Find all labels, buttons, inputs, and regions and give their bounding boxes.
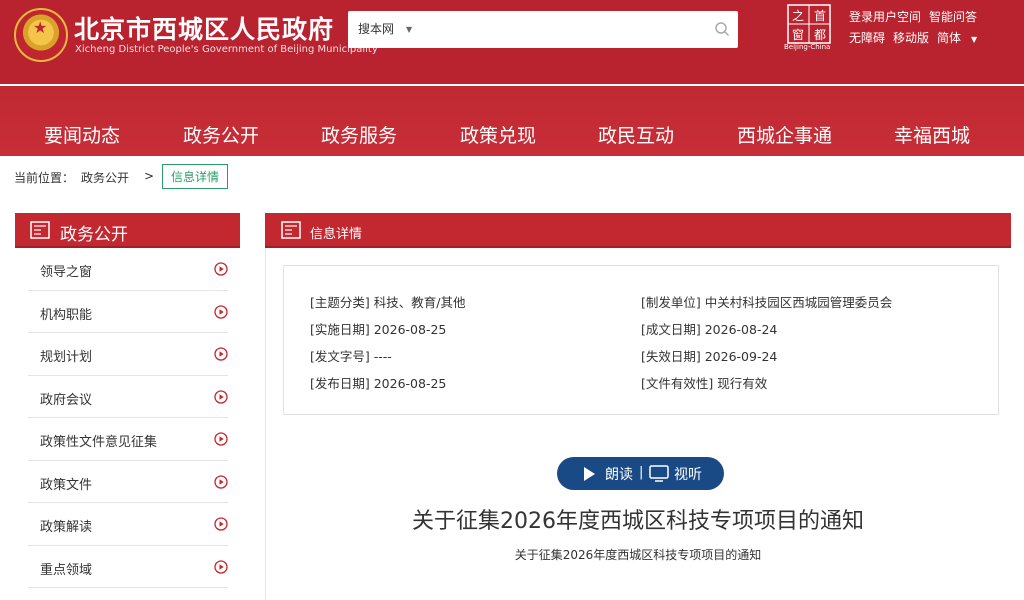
- nav-item-gov-affairs[interactable]: 政务公开: [183, 121, 259, 148]
- meta-doc-number: [发文字号] ----: [310, 349, 392, 364]
- svg-text:窗: 窗: [792, 28, 804, 42]
- site-title[interactable]: 北京市西城区人民政府: [74, 10, 334, 46]
- nav-item-gov-services[interactable]: 政务服务: [321, 121, 397, 148]
- search-input[interactable]: [418, 17, 698, 42]
- sidebar-item-label: 政策解读: [40, 520, 93, 535]
- breadcrumb-current[interactable]: 信息详情: [162, 164, 229, 189]
- sidebar-item-label: 政府会议: [40, 392, 93, 408]
- circle-play-icon: [214, 347, 228, 361]
- document-meta-box: [283, 265, 999, 415]
- site-header: 北京市西城区人民政府 Xicheng District People's Gov…: [0, 0, 1024, 84]
- sidebar-item-policy-docs[interactable]: 政策文件: [28, 461, 228, 503]
- sidebar-item-functions[interactable]: 机构职能: [28, 291, 228, 333]
- accessibility-link[interactable]: 无障碍: [849, 31, 885, 45]
- seal-caption: Beijing-China: [784, 43, 831, 51]
- svg-text:首: 首: [814, 9, 826, 23]
- sidebar-item-planning[interactable]: 规划计划: [28, 333, 228, 376]
- circle-play-icon: [214, 389, 228, 404]
- chevron-down-icon: ▼: [406, 25, 413, 34]
- smart-qa-link[interactable]: 智能问答: [929, 10, 977, 24]
- pill-divider: |: [639, 465, 644, 480]
- nav-item-happy-xicheng[interactable]: 幸福西城: [894, 121, 970, 148]
- sidebar-item-label: 政策文件: [40, 477, 93, 493]
- breadcrumb-link-gov-affairs[interactable]: 政务公开: [81, 169, 129, 186]
- sidebar-item-label: 规划计划: [40, 350, 93, 365]
- circle-play-icon: [214, 559, 228, 574]
- sidebar-item-meetings[interactable]: 政府会议: [28, 376, 228, 418]
- meta-publish-date: [发布日期] 2026-08-25: [310, 376, 447, 391]
- play-icon[interactable]: [584, 467, 595, 481]
- circle-play-icon: [214, 262, 228, 276]
- sidebar-item-policy-consultation[interactable]: 政策性文件意见征集: [28, 418, 228, 461]
- circle-play-icon: [214, 517, 228, 531]
- meta-expiry-date: [失效日期] 2026-09-24: [641, 349, 778, 364]
- search-box: 搜本网 ▼: [348, 11, 738, 48]
- tv-icon[interactable]: [649, 465, 669, 482]
- meta-created-date: [成文日期] 2026-08-24: [641, 322, 778, 337]
- language-select[interactable]: 简体 ▼: [937, 31, 985, 45]
- circle-play-icon: [214, 432, 228, 446]
- site-subtitle: Xicheng District People's Government of …: [75, 44, 378, 55]
- sidebar-item-label: 政策性文件意见征集: [40, 435, 158, 450]
- search-scope-select[interactable]: 搜本网 ▼: [348, 11, 416, 48]
- sidebar-item-key-areas[interactable]: 重点领域: [28, 546, 228, 588]
- meta-issuer: [制发单位] 中关村科技园区西城园管理委员会: [641, 295, 893, 310]
- sidebar-item-label: 机构职能: [40, 307, 93, 323]
- search-scope-label: 搜本网: [358, 22, 395, 36]
- mobile-link[interactable]: 移动版: [893, 31, 929, 45]
- meta-validity: [文件有效性] 现行有效: [641, 376, 768, 391]
- sidebar-item-label: 领导之窗: [40, 265, 93, 280]
- svg-text:都: 都: [814, 28, 826, 42]
- language-label: 简体: [937, 31, 962, 45]
- sidebar-title: 政务公开: [60, 225, 128, 245]
- nav-item-policy[interactable]: 政策兑现: [460, 121, 536, 148]
- sidebar-item-leaders[interactable]: 领导之窗: [28, 248, 228, 291]
- content-header: 信息详情: [265, 213, 1011, 248]
- document-icon: [30, 221, 50, 239]
- breadcrumb-separator: >: [144, 169, 155, 183]
- circle-play-icon: [214, 474, 228, 489]
- nav-item-news[interactable]: 要闻动态: [44, 121, 120, 148]
- search-icon[interactable]: [714, 21, 730, 37]
- watch-button[interactable]: 视听: [674, 464, 702, 484]
- document-icon: [281, 221, 301, 239]
- circle-play-icon: [214, 304, 228, 319]
- top-links: 登录用户空间 智能问答 无障碍 移动版 简体 ▼: [849, 7, 993, 50]
- nav-item-interaction[interactable]: 政民互动: [598, 121, 674, 148]
- read-watch-control: 朗读 | 视听: [557, 457, 724, 490]
- meta-subject: [主题分类] 科技、教育/其他: [310, 295, 466, 310]
- nav-item-enterprise[interactable]: 西城企事通: [737, 121, 832, 148]
- document-subtitle: 关于征集2026年度西城区科技专项项目的通知: [514, 548, 762, 562]
- national-emblem-icon[interactable]: [14, 8, 68, 62]
- content-title: 信息详情: [310, 227, 363, 242]
- sidebar-header: 政务公开: [15, 213, 240, 248]
- svg-text:之: 之: [792, 9, 804, 23]
- login-link[interactable]: 登录用户空间: [849, 10, 921, 24]
- read-aloud-button[interactable]: 朗读: [605, 464, 633, 484]
- breadcrumb-label: 当前位置：: [14, 171, 75, 185]
- sidebar-item-policy-interpretation[interactable]: 政策解读: [28, 503, 228, 546]
- main-nav: 要闻动态 政务公开 政务服务 政策兑现 政民互动 西城企事通 幸福西城: [0, 86, 1024, 156]
- chevron-down-icon: ▼: [971, 35, 978, 44]
- sidebar-item-label: 重点领域: [40, 562, 93, 578]
- sidebar-list: 领导之窗 机构职能 规划计划 政府会议 政策性文件意见征集 政策文件 政策解读 …: [28, 248, 228, 588]
- document-title: 关于征集2026年度西城区科技专项项目的通知: [412, 509, 864, 534]
- meta-effective-date: [实施日期] 2026-08-25: [310, 322, 447, 337]
